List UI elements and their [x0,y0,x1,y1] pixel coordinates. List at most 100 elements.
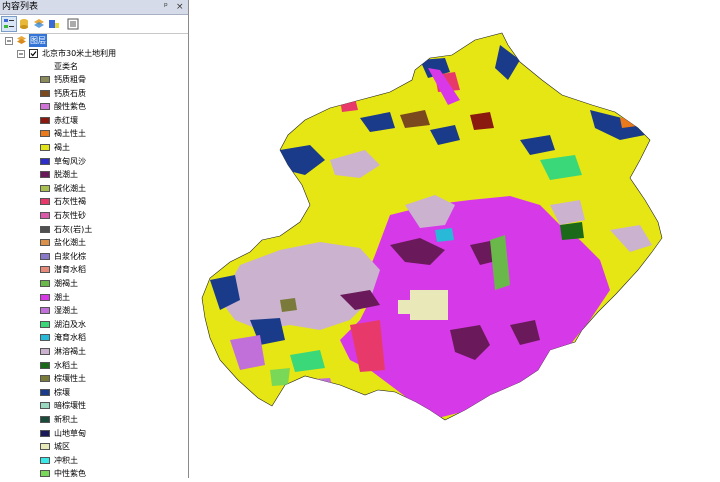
list-by-selection-icon[interactable] [47,17,61,31]
legend-swatch[interactable] [40,334,50,342]
legend-class-item[interactable]: 盐化潮土 [0,236,188,249]
legend-class-label: 潜育水稻 [54,265,86,275]
legend-swatch[interactable] [40,402,50,410]
legend-swatch[interactable] [40,198,50,206]
legend-swatch[interactable] [40,225,50,233]
legend-class-label: 钙质粗骨 [54,75,86,84]
collapse-icon[interactable] [17,50,25,58]
legend-class-label: 湿潮土 [54,306,78,316]
legend-swatch[interactable] [40,144,50,151]
legend-class-label: 白浆化棕 [54,251,86,261]
legend-class-label: 潮土 [54,292,70,302]
panel-title: 内容列表 [2,2,39,12]
legend-swatch[interactable] [40,361,50,369]
legend-swatch[interactable] [40,280,50,287]
pin-icon[interactable]: ᵖ [164,0,168,14]
legend-class-item[interactable]: 赤红壤 [0,114,188,127]
contents-panel: 内容列表 ᵖ × 图层 北京市30米土地利用 亚类名 钙质粗骨 钙质石质 酸性紫… [0,0,189,478]
legend-class-item[interactable]: 冲积土 [0,454,188,467]
legend-class-label: 新积土 [54,415,78,424]
legend-swatch[interactable] [40,239,50,247]
legend-swatch[interactable] [40,429,50,437]
legend-class-item[interactable]: 草甸风沙 [0,155,188,168]
legend-class-label: 淹育水稻 [54,333,86,343]
root-layers-node[interactable]: 图层 [0,34,188,47]
legend-class-item[interactable]: 淋溶褐土 [0,345,188,358]
legend-class-label: 酸性紫色 [54,102,86,112]
legend-swatch[interactable] [40,307,50,315]
field-label-row: 亚类名 [0,60,188,73]
list-by-drawing-order-icon[interactable] [1,16,17,32]
legend-class-item[interactable]: 潜育水稻 [0,263,188,276]
legend-class-item[interactable]: 暗棕壤性 [0,399,188,412]
legend-class-label: 暗棕壤性 [54,401,86,411]
legend-class-item[interactable]: 钙质粗骨 [0,73,188,86]
legend-class-item[interactable]: 湿潮土 [0,304,188,317]
legend-swatch[interactable] [40,375,50,383]
options-icon[interactable] [66,17,80,31]
legend-swatch[interactable] [40,212,50,219]
legend-swatch[interactable] [40,388,50,396]
legend-swatch[interactable] [40,89,50,97]
beijing-soil-map[interactable] [190,0,720,478]
legend-class-label: 冲积土 [54,455,78,465]
legend-swatch[interactable] [40,171,50,179]
classification-field-label: 亚类名 [54,62,78,71]
layer-node[interactable]: 北京市30米土地利用 [0,47,188,60]
legend-class-label: 淋溶褐土 [54,347,86,356]
legend-class-item[interactable]: 钙质石质 [0,87,188,100]
legend-swatch[interactable] [40,184,50,192]
legend-swatch[interactable] [40,130,50,138]
close-icon[interactable]: × [176,0,184,14]
legend-class-item[interactable]: 淹育水稻 [0,331,188,344]
list-by-source-icon[interactable] [17,17,31,31]
legend-class-item[interactable]: 湖泊及水 [0,318,188,331]
legend-class-label: 湖泊及水 [54,319,86,329]
legend-swatch[interactable] [40,76,50,83]
legend-class-label: 碱化潮土 [54,183,86,193]
legend-swatch[interactable] [40,348,50,355]
legend-class-label: 褐土性土 [54,129,86,139]
legend-class-label: 石灰(岩)土 [54,224,93,234]
legend-swatch[interactable] [40,103,50,111]
legend-swatch[interactable] [40,456,50,464]
legend-class-item[interactable]: 水稻土 [0,359,188,372]
map-view[interactable] [190,0,720,478]
legend-swatch[interactable] [40,252,50,260]
legend-class-label: 水稻土 [54,360,78,370]
legend-class-item[interactable]: 潮土 [0,291,188,304]
legend-class-item[interactable]: 酸性紫色 [0,100,188,113]
list-by-visibility-icon[interactable] [32,17,46,31]
legend-class-item[interactable]: 中性紫色 [0,467,188,478]
legend-class-item[interactable]: 棕壤性土 [0,372,188,385]
legend-class-item[interactable]: 棕壤 [0,386,188,399]
root-layers-label[interactable]: 图层 [29,34,47,47]
legend-class-item[interactable]: 碱化潮土 [0,182,188,195]
legend-class-item[interactable]: 白浆化棕 [0,250,188,263]
legend-class-item[interactable]: 石灰(岩)土 [0,223,188,236]
legend-class-label: 石灰性褐 [54,197,86,207]
legend-swatch[interactable] [40,293,50,301]
legend-class-item[interactable]: 山地草甸 [0,427,188,440]
legend-class-item[interactable]: 石灰性砂 [0,209,188,222]
layer-visibility-checkbox[interactable] [29,49,38,58]
legend-class-label: 赤红壤 [54,115,78,125]
legend-class-label: 褐土 [54,143,70,152]
legend-class-item[interactable]: 潮褐土 [0,277,188,290]
legend-class-item[interactable]: 新积土 [0,413,188,426]
legend-swatch[interactable] [40,157,50,165]
legend-swatch[interactable] [40,116,50,124]
legend-swatch[interactable] [40,416,50,423]
legend-class-item[interactable]: 城区 [0,440,188,453]
legend-swatch[interactable] [40,266,50,274]
legend-class-item[interactable]: 石灰性褐 [0,195,188,208]
legend-class-item[interactable]: 褐土 [0,141,188,154]
collapse-icon[interactable] [5,37,13,45]
legend-swatch[interactable] [40,443,50,451]
legend-class-item[interactable]: 褐土性土 [0,127,188,140]
legend-swatch[interactable] [40,320,50,328]
legend-class-item[interactable]: 脱潮土 [0,168,188,181]
layer-name[interactable]: 北京市30米土地利用 [42,47,116,60]
legend-class-label: 棕壤性土 [54,374,86,384]
legend-swatch[interactable] [40,470,50,478]
